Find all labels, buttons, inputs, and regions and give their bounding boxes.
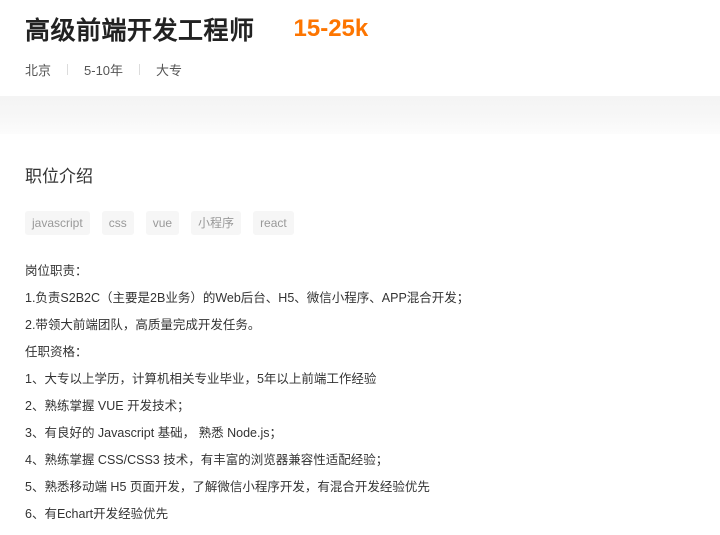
skill-tag[interactable]: css: [101, 211, 134, 235]
job-header: 高级前端开发工程师 15-25k 北京 5-10年 大专: [0, 0, 720, 96]
description-line: 2.带领大前端团队，高质量完成开发任务。: [25, 318, 261, 332]
description-line: 岗位职责：: [25, 264, 88, 278]
description-line: 4、熟练掌握 CSS/CSS3 技术，有丰富的浏览器兼容性适配经验；: [25, 453, 389, 467]
skill-tag[interactable]: 小程序: [191, 211, 242, 235]
job-title: 高级前端开发工程师: [25, 17, 255, 45]
description-line: 6、有Echart开发经验优先: [25, 507, 169, 521]
salary: 15-25k: [293, 15, 369, 42]
description-line: 3、有良好的 Javascript 基础， 熟悉 Node.js；: [25, 426, 282, 440]
section-gap: [0, 96, 720, 134]
meta-experience: 5-10年: [84, 63, 124, 78]
title-row: 高级前端开发工程师 15-25k: [25, 12, 368, 46]
skill-tag[interactable]: javascript: [25, 211, 90, 235]
job-description: 岗位职责： 1.负责S2B2C（主要是2B业务）的Web后台、H5、微信小程序、…: [25, 261, 469, 531]
meta-location: 北京: [25, 63, 52, 78]
skill-tags: javascript css vue 小程序 react: [25, 211, 306, 235]
skill-tag[interactable]: react: [253, 211, 294, 235]
description-line: 2、熟练掌握 VUE 开发技术；: [25, 399, 190, 413]
meta-divider: [139, 64, 141, 75]
meta-education: 大专: [156, 63, 183, 78]
job-description-section: 职位介绍 javascript css vue 小程序 react 岗位职责： …: [0, 134, 720, 535]
skill-tag[interactable]: vue: [145, 211, 180, 235]
description-line: 1、大专以上学历，计算机相关专业毕业，5年以上前端工作经验: [25, 372, 377, 386]
meta-divider: [67, 64, 69, 75]
description-line: 5、熟悉移动端 H5 页面开发，了解微信小程序开发，有混合开发经验优先: [25, 480, 430, 494]
description-line: 任职资格：: [25, 345, 88, 359]
description-line: 1.负责S2B2C（主要是2B业务）的Web后台、H5、微信小程序、APP混合开…: [25, 291, 470, 305]
section-title: 职位介绍: [25, 167, 93, 186]
job-meta: 北京 5-10年 大专: [25, 60, 182, 79]
